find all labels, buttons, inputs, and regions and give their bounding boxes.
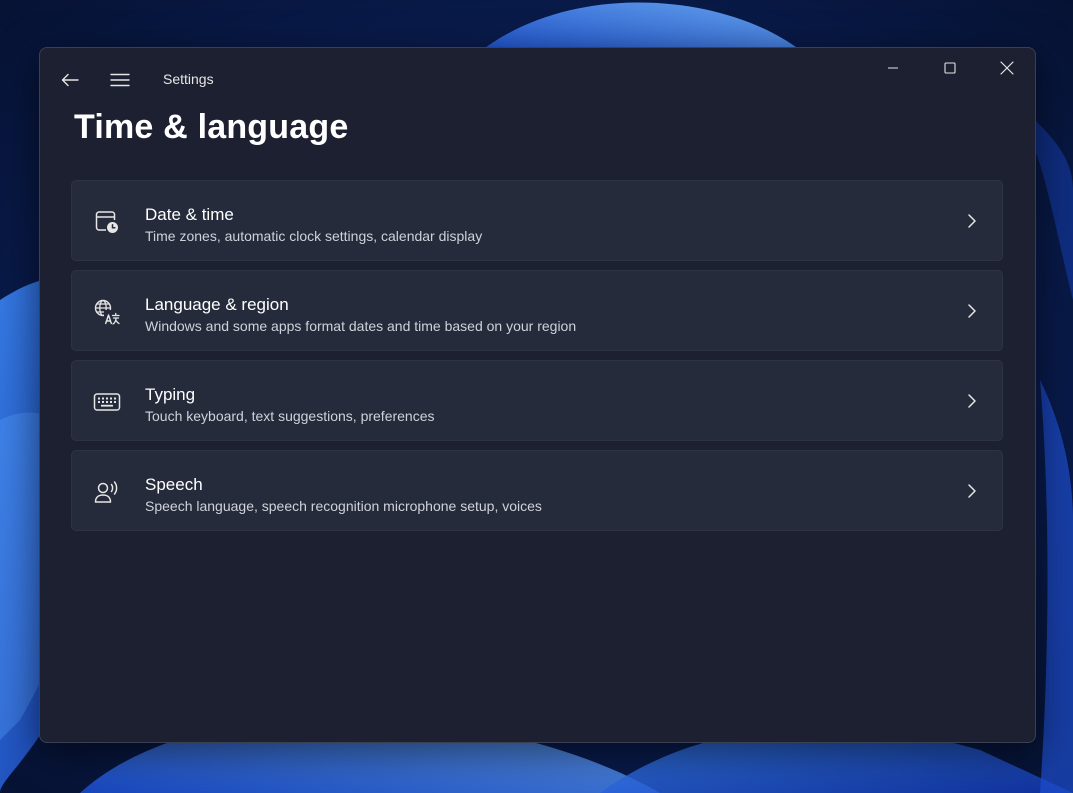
minimize-icon (887, 67, 898, 69)
window-controls (864, 48, 1035, 88)
chevron-right-icon (962, 391, 982, 411)
settings-item-speech[interactable]: Speech Speech language, speech recogniti… (71, 450, 1003, 531)
back-arrow-icon (61, 73, 79, 87)
settings-item-description: Touch keyboard, text suggestions, prefer… (145, 408, 435, 424)
page-title: Time & language (74, 108, 349, 146)
globe-language-icon (93, 298, 121, 326)
speech-icon (93, 478, 121, 506)
minimize-button[interactable] (864, 48, 921, 88)
settings-item-description: Time zones, automatic clock settings, ca… (145, 228, 483, 244)
settings-item-title: Typing (145, 385, 196, 404)
settings-item-language-region[interactable]: Language & region Windows and some apps … (71, 270, 1003, 351)
settings-list: Date & time Time zones, automatic clock … (71, 180, 1003, 540)
settings-item-typing[interactable]: Typing Touch keyboard, text suggestions,… (71, 360, 1003, 441)
chevron-right-icon (962, 301, 982, 321)
hamburger-menu-icon (110, 73, 130, 87)
window-title: Settings (163, 71, 214, 87)
calendar-clock-icon (93, 208, 121, 236)
chevron-right-icon (962, 211, 982, 231)
maximize-button[interactable] (921, 48, 978, 88)
settings-item-description: Speech language, speech recognition micr… (145, 498, 542, 514)
back-button[interactable] (54, 65, 86, 95)
title-bar[interactable]: Settings (40, 48, 1035, 112)
settings-item-description: Windows and some apps format dates and t… (145, 318, 577, 334)
settings-item-date-time[interactable]: Date & time Time zones, automatic clock … (71, 180, 1003, 261)
settings-item-title: Language & region (145, 295, 289, 314)
settings-item-title: Speech (145, 475, 203, 494)
maximize-icon (943, 62, 956, 74)
close-icon (999, 61, 1014, 75)
keyboard-icon (93, 388, 121, 416)
navigation-menu-button[interactable] (104, 65, 136, 95)
chevron-right-icon (962, 481, 982, 501)
settings-item-title: Date & time (145, 205, 234, 224)
close-button[interactable] (978, 48, 1035, 88)
settings-window: Settings Time & language Date & time Tim… (39, 47, 1036, 743)
